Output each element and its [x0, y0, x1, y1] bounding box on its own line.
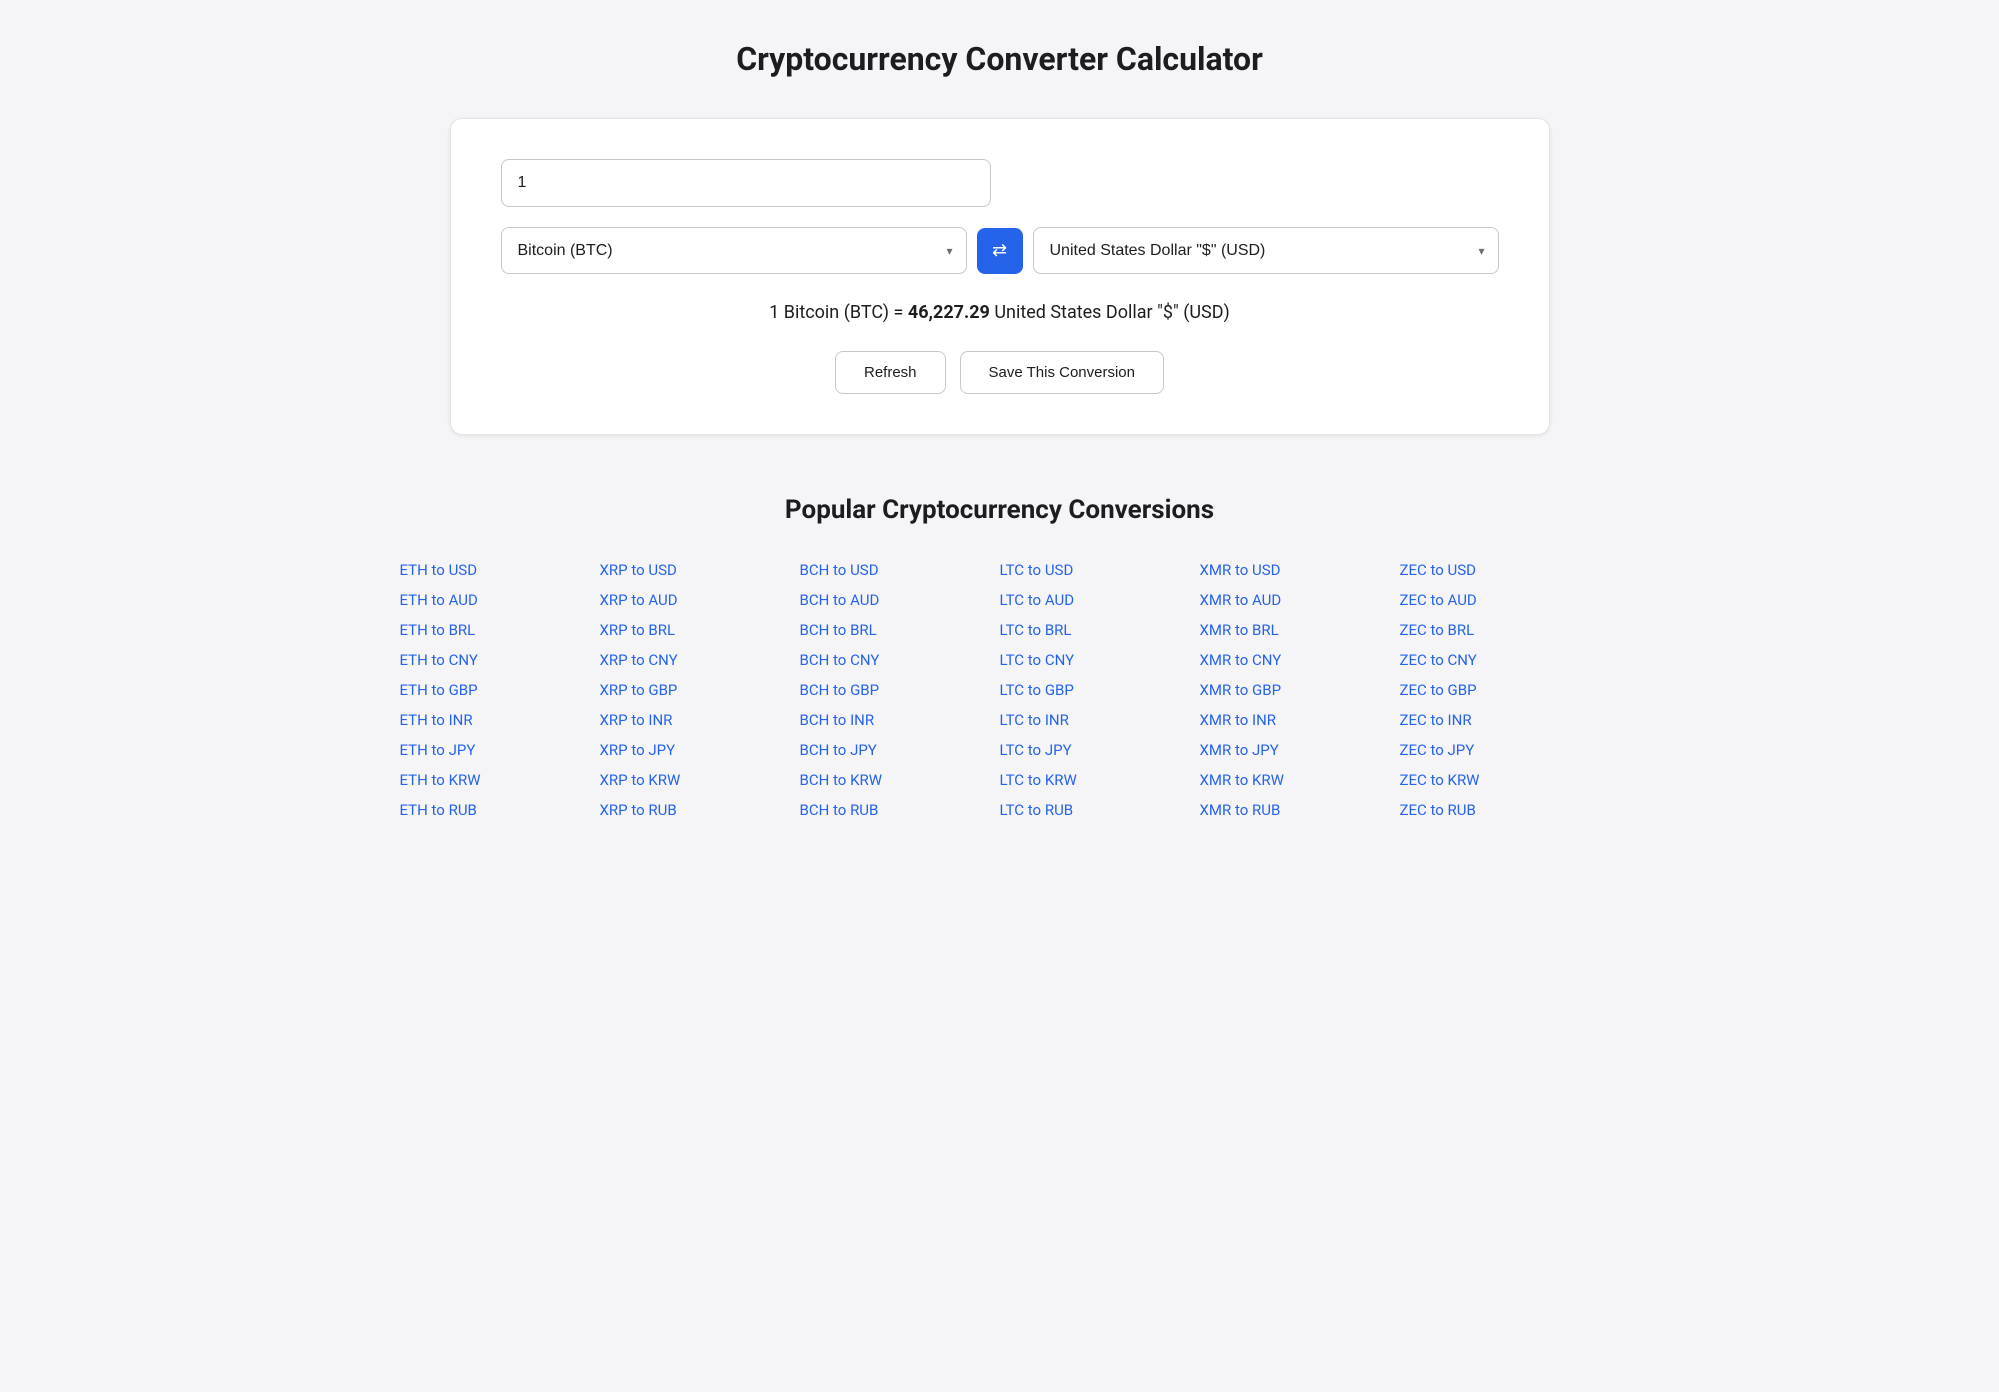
conversion-link[interactable]: XMR to RUB	[1200, 801, 1400, 819]
conversion-link[interactable]: BCH to RUB	[800, 801, 1000, 819]
conversion-link[interactable]: XMR to GBP	[1200, 681, 1400, 699]
conversion-link[interactable]: ETH to USD	[400, 561, 600, 579]
conversion-link[interactable]: ETH to KRW	[400, 771, 600, 789]
conversion-link[interactable]: BCH to BRL	[800, 621, 1000, 639]
result-from-text: 1 Bitcoin (BTC)	[769, 302, 889, 323]
conversion-link[interactable]: BCH to JPY	[800, 741, 1000, 759]
to-currency-select[interactable]: United States Dollar "$" (USD) Euro (EUR…	[1033, 227, 1499, 274]
conversion-link[interactable]: ZEC to BRL	[1400, 621, 1600, 639]
conversion-column-xmr: XMR to USD XMR to AUD XMR to BRL XMR to CNY…	[1200, 561, 1400, 819]
conversion-link[interactable]: XMR to INR	[1200, 711, 1400, 729]
swap-icon: ⇄	[992, 240, 1007, 261]
conversion-link[interactable]: XMR to JPY	[1200, 741, 1400, 759]
conversion-link[interactable]: XRP to INR	[600, 711, 800, 729]
conversion-link[interactable]: XRP to BRL	[600, 621, 800, 639]
button-row: Refresh Save This Conversion	[501, 351, 1499, 394]
conversion-link[interactable]: XMR to USD	[1200, 561, 1400, 579]
converter-card: Bitcoin (BTC) Ethereum (ETH) XRP (XRP) B…	[450, 118, 1550, 435]
conversion-column-ltc: LTC to USD LTC to AUD LTC to BRL LTC to CNY…	[1000, 561, 1200, 819]
conversion-link[interactable]: XRP to AUD	[600, 591, 800, 609]
conversion-link[interactable]: ZEC to GBP	[1400, 681, 1600, 699]
result-row: 1 Bitcoin (BTC) = 46,227.29 United State…	[501, 302, 1499, 323]
amount-input[interactable]	[501, 159, 991, 207]
to-currency-wrapper: United States Dollar "$" (USD) Euro (EUR…	[1033, 227, 1499, 274]
page-title: Cryptocurrency Converter Calculator	[20, 40, 1979, 78]
conversion-column-xrp: XRP to USD XRP to AUD XRP to BRL XRP to CNY…	[600, 561, 800, 819]
popular-section: Popular Cryptocurrency Conversions ETH t…	[400, 495, 1600, 819]
conversion-link[interactable]: XMR to KRW	[1200, 771, 1400, 789]
conversion-link[interactable]: LTC to JPY	[1000, 741, 1200, 759]
conversion-link[interactable]: BCH to CNY	[800, 651, 1000, 669]
conversion-link[interactable]: XRP to KRW	[600, 771, 800, 789]
currency-row: Bitcoin (BTC) Ethereum (ETH) XRP (XRP) B…	[501, 227, 1499, 274]
conversion-link[interactable]: LTC to AUD	[1000, 591, 1200, 609]
conversion-link[interactable]: LTC to BRL	[1000, 621, 1200, 639]
save-conversion-button[interactable]: Save This Conversion	[960, 351, 1164, 394]
conversion-link[interactable]: LTC to USD	[1000, 561, 1200, 579]
conversion-link[interactable]: ETH to AUD	[400, 591, 600, 609]
conversion-link[interactable]: LTC to INR	[1000, 711, 1200, 729]
popular-title: Popular Cryptocurrency Conversions	[400, 495, 1600, 525]
conversion-link[interactable]: ZEC to RUB	[1400, 801, 1600, 819]
swap-button[interactable]: ⇄	[977, 228, 1023, 274]
conversion-link[interactable]: ETH to GBP	[400, 681, 600, 699]
conversion-link[interactable]: ETH to BRL	[400, 621, 600, 639]
conversion-link[interactable]: ZEC to USD	[1400, 561, 1600, 579]
conversion-link[interactable]: XRP to CNY	[600, 651, 800, 669]
conversion-link[interactable]: BCH to INR	[800, 711, 1000, 729]
conversion-link[interactable]: LTC to KRW	[1000, 771, 1200, 789]
result-unit: United States Dollar "$" (USD)	[994, 302, 1230, 323]
conversion-link[interactable]: XRP to USD	[600, 561, 800, 579]
conversion-column-eth: ETH to USD ETH to AUD ETH to BRL ETH to CNY…	[400, 561, 600, 819]
conversions-grid: ETH to USD ETH to AUD ETH to BRL ETH to CNY…	[400, 561, 1600, 819]
conversion-link[interactable]: XMR to BRL	[1200, 621, 1400, 639]
conversion-link[interactable]: BCH to AUD	[800, 591, 1000, 609]
conversion-link[interactable]: XRP to JPY	[600, 741, 800, 759]
conversion-link[interactable]: ZEC to INR	[1400, 711, 1600, 729]
conversion-link[interactable]: LTC to GBP	[1000, 681, 1200, 699]
conversion-link[interactable]: ZEC to CNY	[1400, 651, 1600, 669]
conversion-link[interactable]: ZEC to JPY	[1400, 741, 1600, 759]
refresh-button[interactable]: Refresh	[835, 351, 946, 394]
result-value: 46,227.29	[908, 302, 990, 323]
conversion-link[interactable]: XMR to AUD	[1200, 591, 1400, 609]
conversion-link[interactable]: BCH to KRW	[800, 771, 1000, 789]
conversion-link[interactable]: BCH to USD	[800, 561, 1000, 579]
conversion-link[interactable]: XRP to RUB	[600, 801, 800, 819]
conversion-link[interactable]: ZEC to AUD	[1400, 591, 1600, 609]
from-currency-wrapper: Bitcoin (BTC) Ethereum (ETH) XRP (XRP) B…	[501, 227, 967, 274]
conversion-link[interactable]: ZEC to KRW	[1400, 771, 1600, 789]
from-currency-select[interactable]: Bitcoin (BTC) Ethereum (ETH) XRP (XRP) B…	[501, 227, 967, 274]
conversion-link[interactable]: ETH to INR	[400, 711, 600, 729]
conversion-column-zec: ZEC to USD ZEC to AUD ZEC to BRL ZEC to CNY…	[1400, 561, 1600, 819]
conversion-link[interactable]: LTC to RUB	[1000, 801, 1200, 819]
conversion-link[interactable]: ETH to JPY	[400, 741, 600, 759]
conversion-link[interactable]: XRP to GBP	[600, 681, 800, 699]
conversion-link[interactable]: BCH to GBP	[800, 681, 1000, 699]
conversion-link[interactable]: ETH to RUB	[400, 801, 600, 819]
conversion-link[interactable]: LTC to CNY	[1000, 651, 1200, 669]
result-equals: =	[894, 302, 908, 323]
conversion-column-bch: BCH to USD BCH to AUD BCH to BRL BCH to CNY…	[800, 561, 1000, 819]
conversion-link[interactable]: XMR to CNY	[1200, 651, 1400, 669]
conversion-link[interactable]: ETH to CNY	[400, 651, 600, 669]
